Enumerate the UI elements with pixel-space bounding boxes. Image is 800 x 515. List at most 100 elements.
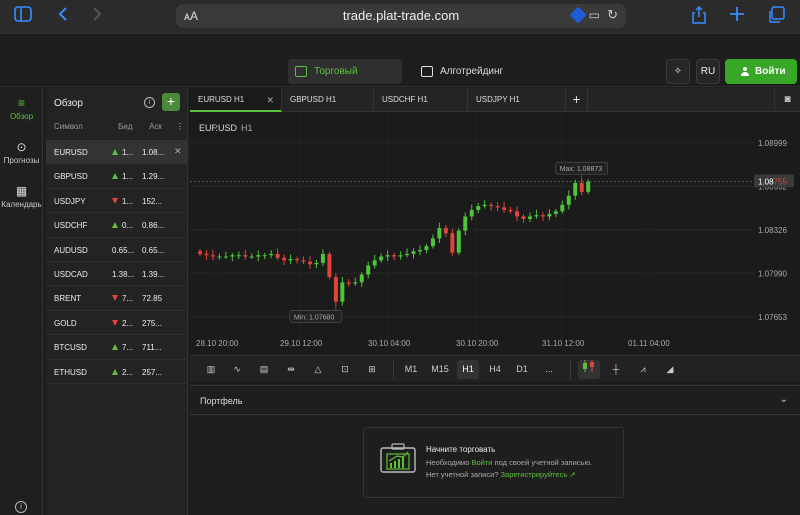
forecast-icon: ⊙ [16, 140, 27, 154]
candle [437, 228, 442, 239]
sidebar-item-forecasts[interactable]: ⊙ Прогнозы [0, 140, 43, 165]
candle [340, 282, 345, 302]
arrow-up-icon [112, 149, 118, 155]
candle [236, 255, 241, 257]
shapes-icon[interactable]: △ [307, 360, 329, 379]
chart-toolbar: ▥ ∿ ▤ ⇹ △ ⊡ ⊞ M1 M15 H1 H4 D1 ... ┼ ⩘ ◢ [190, 355, 800, 382]
add-chart-button[interactable]: + [566, 88, 588, 112]
bars-icon[interactable]: ┼ [605, 360, 627, 379]
add-chart-tool-icon[interactable]: ⊞ [361, 360, 383, 379]
candle [540, 215, 545, 217]
login-link[interactable]: Войти [471, 458, 492, 467]
calendar-tool-icon[interactable]: ▤ [253, 360, 275, 379]
tf-m1[interactable]: M1 [400, 360, 422, 379]
candle [359, 274, 364, 283]
register-link[interactable]: Зарегистрируйтесь [501, 470, 568, 479]
symbol: GBPUSD [54, 172, 88, 182]
candle [249, 256, 254, 258]
watchlist-row[interactable]: GBPUSD 1... 1.29... [46, 164, 188, 189]
candle [392, 255, 397, 257]
close-icon[interactable]: ✕ [266, 88, 274, 112]
sidebar-toggle-icon[interactable] [12, 6, 34, 28]
chart-tab-eurusd[interactable]: EURUSD H1 ✕ [190, 88, 282, 112]
x-tick-label: 29.10 12:00 [280, 339, 323, 348]
indicators-icon[interactable]: ▥ [200, 360, 222, 379]
ask-value: 0.65... [142, 245, 165, 255]
collapse-icon[interactable]: ⌄ [780, 394, 788, 405]
watchlist-row[interactable]: USDJPY 1... 152... [46, 189, 188, 214]
candle [385, 255, 390, 257]
chart-tab-usdjpy[interactable]: USDJPY H1 [468, 88, 566, 112]
arrow-up-icon [112, 344, 118, 351]
candle [295, 259, 300, 261]
candle [547, 213, 552, 217]
tab-share-icon[interactable]: ▭ [589, 8, 600, 22]
tf-h1[interactable]: H1 [457, 360, 479, 379]
y-tick-label: 1.07990 [758, 269, 787, 278]
reload-icon[interactable]: ↻ [607, 7, 618, 23]
candle [534, 215, 539, 217]
login-button[interactable]: Войти [725, 59, 797, 84]
chart-icon [295, 66, 307, 77]
magic-icon[interactable]: ✧ [666, 59, 690, 84]
candle [301, 260, 306, 262]
arrow-down-icon [112, 319, 118, 326]
area-chart-icon[interactable]: ◢ [659, 360, 681, 379]
watchlist-row[interactable]: AUDUSD 0.65... 0.65... [46, 238, 188, 262]
watchlist-row[interactable]: BRENT 7... 72.85 [46, 286, 188, 311]
arrow-up-icon [112, 173, 118, 180]
arrow-down-icon [112, 295, 118, 302]
info-icon[interactable]: i [144, 97, 155, 108]
forward-icon[interactable] [86, 6, 108, 28]
line-chart-icon[interactable]: ⩘ [632, 360, 654, 379]
tf-h4[interactable]: H4 [484, 360, 506, 379]
new-tab-icon[interactable] [726, 6, 748, 28]
camera-icon[interactable]: ◙ [774, 88, 800, 112]
sidebar-item-label: Календарь [1, 200, 42, 209]
watchlist-row[interactable]: EURUSD 1... 1.08... ✕ [46, 140, 188, 165]
x-tick-label: 28.10 20:00 [196, 339, 239, 348]
tf-d1[interactable]: D1 [511, 360, 533, 379]
bid-value: 1.38... [112, 269, 135, 279]
candlestick-chart[interactable]: 1.089991.086621.083261.079901.0765328.10… [190, 112, 800, 380]
watchlist-row[interactable]: USDCHF 0... 0.86... [46, 213, 188, 238]
watchlist-row[interactable]: USDCAD 1.38... 1.39... [46, 262, 188, 287]
close-icon[interactable]: ✕ [174, 146, 182, 157]
symbol: USDCAD [54, 269, 88, 279]
candle [527, 216, 532, 220]
chart-tab-gbpusd[interactable]: GBPUSD H1 [282, 88, 374, 112]
tab-algotrading[interactable]: Алготрейдинг [414, 59, 510, 84]
symbol: BRENT [54, 294, 82, 304]
tabs-icon[interactable] [765, 6, 787, 28]
candle [346, 282, 351, 284]
candle [456, 230, 461, 253]
empty-state: Начните торговать Необходимо Войти под с… [363, 427, 624, 498]
login-label: Войти [755, 66, 786, 77]
more-icon[interactable]: ⋮ [176, 122, 184, 131]
address-bar[interactable]: ᴀA trade.plat-trade.com ▭ ↻ [176, 4, 626, 28]
candle [327, 253, 332, 278]
crop-icon[interactable]: ⊡ [334, 360, 356, 379]
add-symbol-button[interactable]: + [162, 93, 180, 111]
watchlist-row[interactable]: GOLD 2... 275... [46, 311, 188, 336]
sidebar-item-overview[interactable]: ≡ Обзор [0, 96, 43, 121]
tf-m15[interactable]: M15 [426, 360, 454, 379]
tab-trading-terminal[interactable]: Торговый терминал [288, 59, 402, 102]
chart-tab-usdchf[interactable]: USDCHF H1 [374, 88, 468, 112]
oscillator-icon[interactable]: ∿ [226, 360, 248, 379]
watchlist-row[interactable]: ETHUSD 2... 257... [46, 360, 188, 384]
empty-title: Начните торговать [426, 445, 496, 454]
url-text[interactable]: trade.plat-trade.com [176, 8, 626, 23]
info-icon[interactable]: i [15, 501, 27, 513]
back-icon[interactable] [52, 6, 74, 28]
share-icon[interactable] [688, 5, 710, 28]
watchlist-row[interactable]: BTCUSD 7... 711... [46, 335, 188, 360]
candle [463, 216, 468, 231]
candle [586, 181, 591, 192]
candles-icon[interactable] [578, 360, 600, 379]
sidebar-item-calendar[interactable]: ▦ Календарь [0, 184, 43, 209]
candle [262, 255, 267, 257]
language-button[interactable]: RU [696, 59, 720, 84]
ruler-icon[interactable]: ⇹ [280, 360, 302, 379]
tf-more[interactable]: ... [538, 360, 560, 379]
